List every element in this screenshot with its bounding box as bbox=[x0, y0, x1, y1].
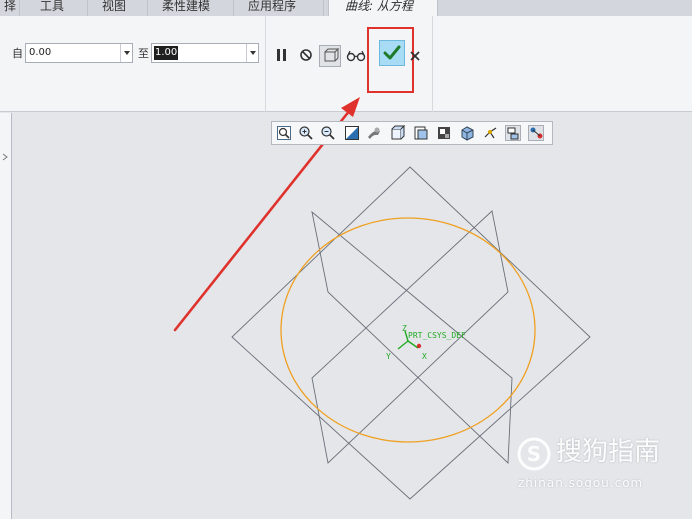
watermark-title: 搜狗指南 bbox=[556, 437, 661, 467]
annotation-display-icon bbox=[507, 127, 519, 140]
spin-center-icon bbox=[368, 127, 380, 139]
connection-display-icon bbox=[530, 127, 543, 139]
perspective-icon bbox=[461, 126, 474, 141]
repaint-icon bbox=[345, 126, 359, 140]
csys-y-label: Y bbox=[386, 352, 391, 361]
view-toolbar bbox=[271, 121, 553, 145]
section-icon bbox=[438, 127, 450, 139]
spin-center-button[interactable] bbox=[366, 125, 382, 141]
section-button[interactable] bbox=[436, 125, 452, 141]
watermark-url: zhinan.sogou.com bbox=[518, 476, 644, 490]
csys-x-label: X bbox=[422, 352, 427, 361]
zoom-in-button[interactable] bbox=[298, 125, 314, 141]
repaint-button[interactable] bbox=[344, 125, 360, 141]
annotation-display-button[interactable] bbox=[505, 125, 521, 141]
connection-display-button[interactable] bbox=[528, 125, 544, 141]
display-style-button[interactable] bbox=[413, 125, 429, 141]
display-style-icon bbox=[414, 126, 428, 140]
csys-z-label: Z bbox=[402, 324, 407, 333]
svg-text:S: S bbox=[527, 442, 541, 466]
csys-name-label: PRT_CSYS_DEF bbox=[408, 331, 466, 340]
app-window: 择 工具 视图 柔性建模 应用程序 曲线: 从方程 自 0.00 至 1.00 bbox=[0, 0, 692, 519]
watermark: S 搜狗指南 zhinan.sogou.com bbox=[516, 436, 676, 496]
zoom-in-icon bbox=[299, 126, 313, 140]
zoom-fit-icon bbox=[277, 126, 291, 140]
zoom-out-icon bbox=[321, 126, 335, 140]
zoom-out-button[interactable] bbox=[320, 125, 336, 141]
saved-views-icon bbox=[391, 124, 406, 140]
perspective-button[interactable] bbox=[459, 125, 475, 141]
datum-display-button[interactable] bbox=[482, 125, 498, 141]
equation-curve[interactable] bbox=[280, 217, 536, 443]
datum-display-icon bbox=[484, 127, 497, 139]
zoom-fit-button[interactable] bbox=[276, 125, 292, 141]
sogou-logo-icon: S bbox=[517, 437, 551, 471]
saved-views-button[interactable] bbox=[390, 124, 406, 141]
